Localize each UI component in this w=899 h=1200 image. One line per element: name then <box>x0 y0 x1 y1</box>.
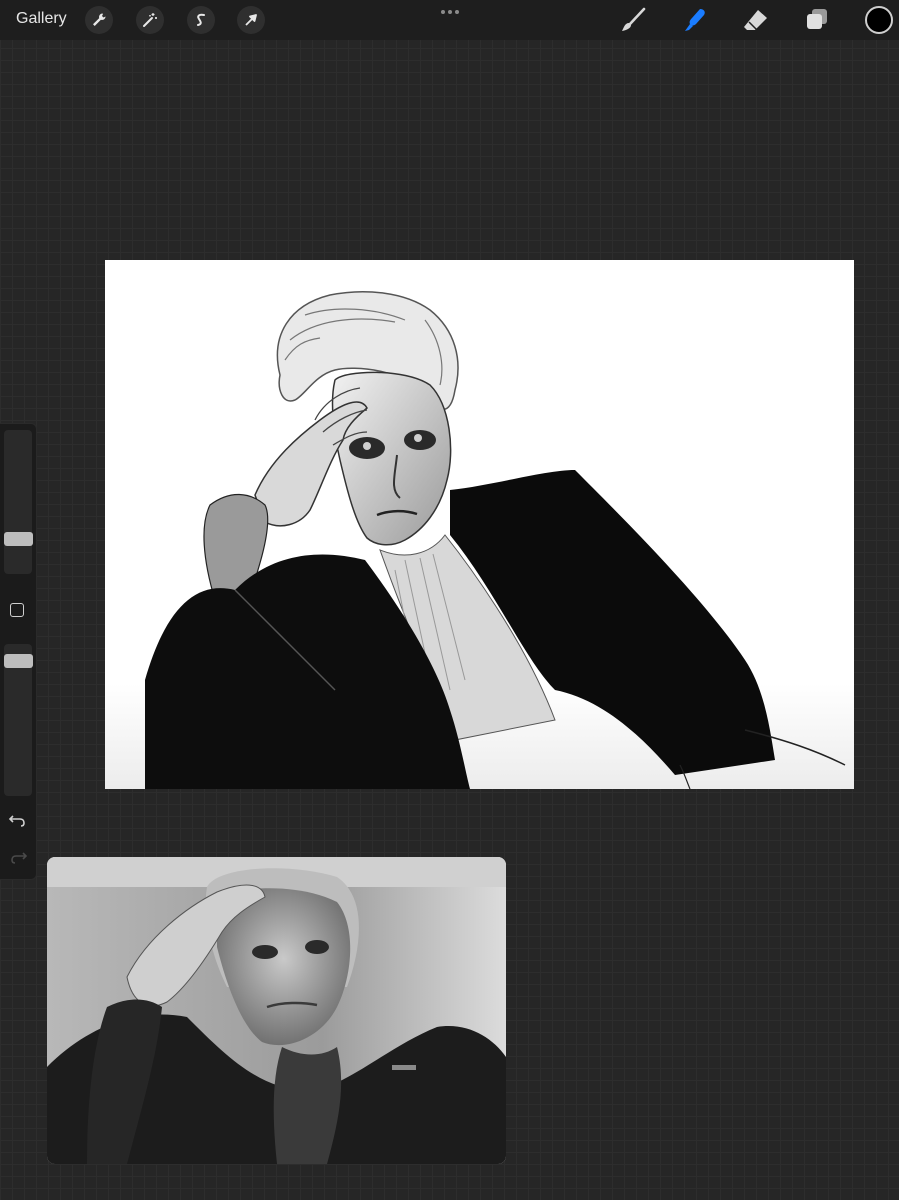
smudge-icon[interactable] <box>680 6 710 34</box>
undo-icon[interactable] <box>8 812 28 828</box>
layers-icon[interactable] <box>802 6 832 34</box>
color-picker-button[interactable] <box>865 6 893 34</box>
drawing-canvas[interactable] <box>105 260 854 789</box>
more-dots-icon[interactable] <box>440 6 460 18</box>
top-toolbar: Gallery <box>0 0 899 40</box>
magic-wand-icon[interactable] <box>136 6 164 34</box>
square-icon[interactable] <box>10 603 24 617</box>
brush-size-slider[interactable] <box>4 430 32 574</box>
brush-icon[interactable] <box>618 6 648 34</box>
selection-icon[interactable] <box>187 6 215 34</box>
arrow-cursor-icon[interactable] <box>237 6 265 34</box>
sidebar <box>0 423 37 880</box>
gallery-button[interactable]: Gallery <box>16 10 67 28</box>
reference-image[interactable] <box>47 857 506 1164</box>
redo-icon[interactable] <box>8 849 28 865</box>
wrench-icon[interactable] <box>85 6 113 34</box>
brush-size-thumb[interactable] <box>4 532 33 546</box>
opacity-thumb[interactable] <box>4 654 33 668</box>
eraser-icon[interactable] <box>741 6 771 34</box>
